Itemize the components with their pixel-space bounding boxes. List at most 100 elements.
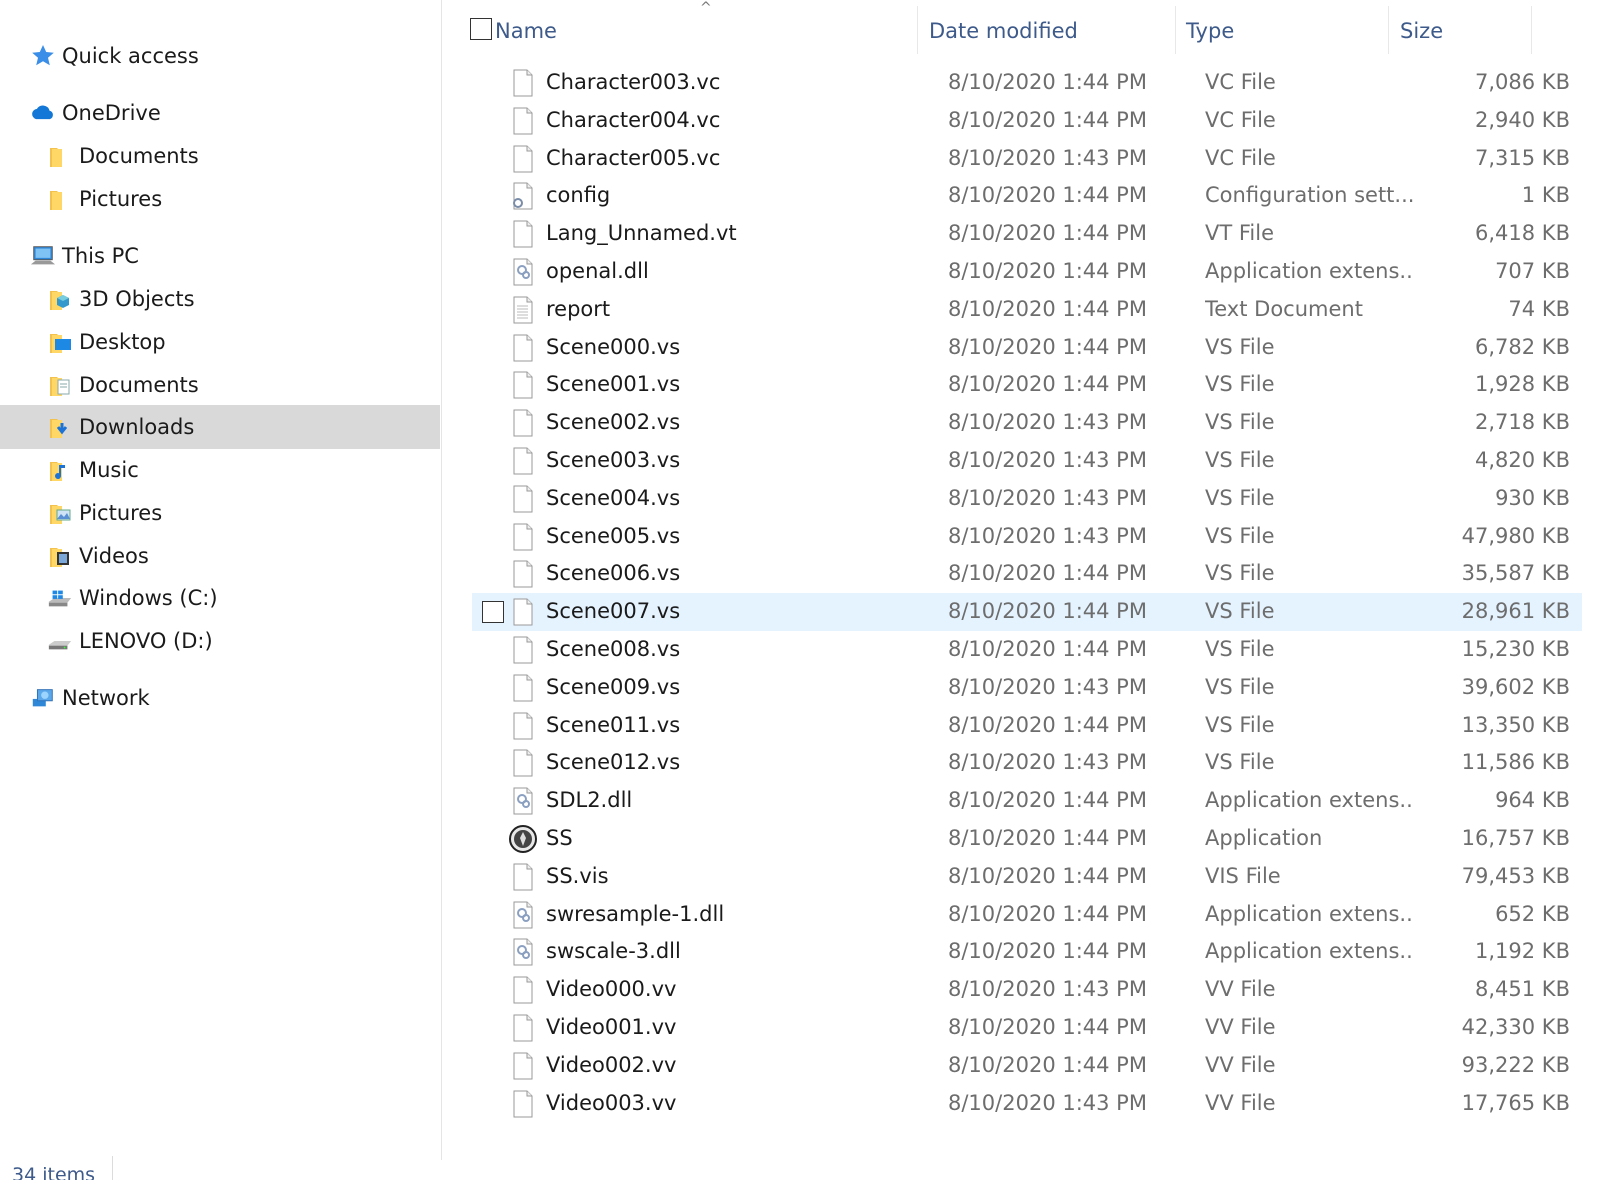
nav-network[interactable]: Network [0, 676, 440, 720]
file-date-modified: 8/10/2020 1:43 PM [948, 145, 1147, 170]
nav-item-label: Documents [79, 373, 199, 397]
blank-file-icon [512, 1090, 534, 1118]
file-name: Scene011.vs [546, 712, 681, 737]
file-size: 28,961 KB [1461, 599, 1570, 624]
file-row[interactable]: Scene012.vs 8/10/2020 1:43 PM VS File 11,58… [472, 744, 1582, 782]
file-row[interactable]: Scene002.vs 8/10/2020 1:43 PM VS File 2,718… [472, 404, 1582, 442]
file-name: Scene008.vs [546, 637, 681, 661]
nav-3d-objects[interactable]: 3D Objects [0, 277, 440, 321]
nav-drive-d[interactable]: LENOVO (D:) [0, 619, 440, 663]
file-row[interactable]: Scene000.vs 8/10/2020 1:44 PM VS File 6,782… [472, 329, 1582, 367]
file-size: 964 KB [1495, 788, 1570, 813]
file-type: Configuration sett... [1205, 183, 1415, 208]
desktop-folder-icon [47, 329, 73, 355]
nav-item-label: Documents [79, 144, 199, 168]
file-name: Character004.vc [546, 107, 721, 132]
file-row[interactable]: Video002.vv 8/10/2020 1:44 PM VV File 93,22… [472, 1047, 1582, 1085]
file-size: 79,453 KB [1461, 863, 1570, 888]
file-date-modified: 8/10/2020 1:44 PM [948, 183, 1147, 208]
file-type: VS File [1205, 410, 1275, 435]
videos-folder-icon [47, 543, 73, 569]
file-row[interactable]: Video000.vv 8/10/2020 1:43 PM VV File 8,451… [472, 971, 1582, 1009]
file-row[interactable]: Lang_Unnamed.vt 8/10/2020 1:44 PM VT File 6… [472, 215, 1582, 253]
dll-file-icon [512, 258, 534, 286]
column-header-date-modified[interactable]: Date modified [929, 14, 1078, 48]
file-type: Application extens... [1205, 901, 1415, 926]
blank-file-icon [512, 636, 534, 664]
file-type: VIS File [1205, 863, 1281, 888]
file-row[interactable]: Character004.vc 8/10/2020 1:44 PM VC File 2… [472, 102, 1582, 140]
file-row[interactable]: Scene004.vs 8/10/2020 1:43 PM VS File 930 K… [472, 480, 1582, 518]
sort-ascending-icon: ^ [700, 0, 712, 16]
file-type: VS File [1205, 674, 1275, 699]
file-size: 1,928 KB [1475, 372, 1570, 397]
blank-file-icon [512, 145, 534, 173]
file-row[interactable]: Scene001.vs 8/10/2020 1:44 PM VS File 1,928… [472, 366, 1582, 404]
file-row[interactable]: Video003.vv 8/10/2020 1:43 PM VV File 17,76… [472, 1085, 1582, 1123]
file-row[interactable]: SS 8/10/2020 1:44 PM Application 16,757 KB [472, 820, 1582, 858]
file-name: Scene012.vs [546, 750, 681, 775]
file-row[interactable]: Character003.vc 8/10/2020 1:44 PM VC File 7… [472, 64, 1582, 102]
file-row[interactable]: swscale-3.dll 8/10/2020 1:44 PM Applicatio… [472, 933, 1582, 971]
file-type: VS File [1205, 561, 1275, 586]
file-row[interactable]: Character005.vc 8/10/2020 1:43 PM VC File 7… [472, 140, 1582, 178]
file-row[interactable]: config 8/10/2020 1:44 PM Configuration set… [472, 177, 1582, 215]
nav-onedrive[interactable]: OneDrive [0, 91, 440, 135]
file-size: 6,782 KB [1475, 334, 1570, 359]
blank-file-icon [512, 1014, 534, 1042]
file-size: 17,765 KB [1461, 1090, 1570, 1115]
file-list: Character003.vc 8/10/2020 1:44 PM VC File 7… [448, 44, 1588, 1154]
file-type: VV File [1205, 1052, 1276, 1077]
nav-pictures[interactable]: Pictures [0, 491, 440, 535]
file-row[interactable]: Video001.vv 8/10/2020 1:44 PM VV File 42,33… [472, 1009, 1582, 1047]
file-size: 930 KB [1495, 485, 1570, 510]
file-row[interactable]: SDL2.dll 8/10/2020 1:44 PM Application ext… [472, 782, 1582, 820]
file-type: Text Document [1205, 296, 1363, 321]
file-row[interactable]: Scene007.vs 8/10/2020 1:44 PM VS File 28,96… [472, 593, 1582, 632]
file-row[interactable]: swresample-1.dll 8/10/2020 1:44 PM Applica… [472, 896, 1582, 934]
nav-item-label: Music [79, 458, 139, 482]
nav-drive-c[interactable]: Windows (C:) [0, 576, 440, 620]
nav-downloads[interactable]: Downloads [0, 405, 440, 449]
file-date-modified: 8/10/2020 1:43 PM [948, 674, 1147, 699]
blank-file-icon [512, 560, 534, 588]
file-size: 42,330 KB [1461, 1015, 1570, 1039]
file-size: 4,820 KB [1475, 448, 1570, 472]
file-name: Scene009.vs [546, 674, 681, 699]
nav-desktop[interactable]: Desktop [0, 320, 440, 364]
nav-onedrive-documents[interactable]: Documents [0, 134, 440, 178]
file-date-modified: 8/10/2020 1:43 PM [948, 523, 1147, 548]
file-date-modified: 8/10/2020 1:44 PM [948, 259, 1147, 283]
nav-quick-access[interactable]: Quick access [0, 34, 440, 78]
file-size: 2,718 KB [1475, 410, 1570, 435]
file-row[interactable]: Scene003.vs 8/10/2020 1:43 PM VS File 4,820… [472, 442, 1582, 480]
column-header-name[interactable]: Name [495, 14, 557, 48]
file-type: VS File [1205, 637, 1275, 661]
nav-videos[interactable]: Videos [0, 534, 440, 578]
file-row[interactable]: Scene005.vs 8/10/2020 1:43 PM VS File 47,98… [472, 518, 1582, 556]
file-row[interactable]: report 8/10/2020 1:44 PM Text Document 74 K… [472, 291, 1582, 329]
config-file-icon [512, 182, 534, 210]
nav-this-pc[interactable]: This PC [0, 234, 440, 278]
row-checkbox[interactable] [482, 601, 504, 624]
column-header-size[interactable]: Size [1400, 14, 1443, 48]
file-row[interactable]: SS.vis 8/10/2020 1:44 PM VIS File 79,453 KB [472, 858, 1582, 896]
file-row[interactable]: openal.dll 8/10/2020 1:44 PM Application e… [472, 253, 1582, 291]
file-row[interactable]: Scene008.vs 8/10/2020 1:44 PM VS File 15,23… [472, 631, 1582, 669]
file-row[interactable]: Scene009.vs 8/10/2020 1:43 PM VS File 39,60… [472, 669, 1582, 707]
file-name: Scene006.vs [546, 561, 681, 586]
file-row[interactable]: Scene011.vs 8/10/2020 1:44 PM VS File 13,35… [472, 707, 1582, 745]
file-row[interactable]: Scene006.vs 8/10/2020 1:44 PM VS File 35,58… [472, 555, 1582, 593]
nav-documents[interactable]: Documents [0, 363, 440, 407]
file-type: VS File [1205, 599, 1275, 624]
nav-music[interactable]: Music [0, 448, 440, 492]
select-all-checkbox[interactable] [470, 18, 492, 40]
nav-onedrive-pictures[interactable]: Pictures [0, 177, 440, 221]
file-date-modified: 8/10/2020 1:43 PM [948, 448, 1147, 472]
column-header-type[interactable]: Type [1186, 14, 1234, 48]
blank-file-icon [512, 1052, 534, 1080]
blank-file-icon [512, 523, 534, 551]
file-date-modified: 8/10/2020 1:44 PM [948, 1015, 1147, 1039]
documents-folder-icon [47, 372, 73, 398]
file-name: Video003.vv [546, 1090, 677, 1115]
